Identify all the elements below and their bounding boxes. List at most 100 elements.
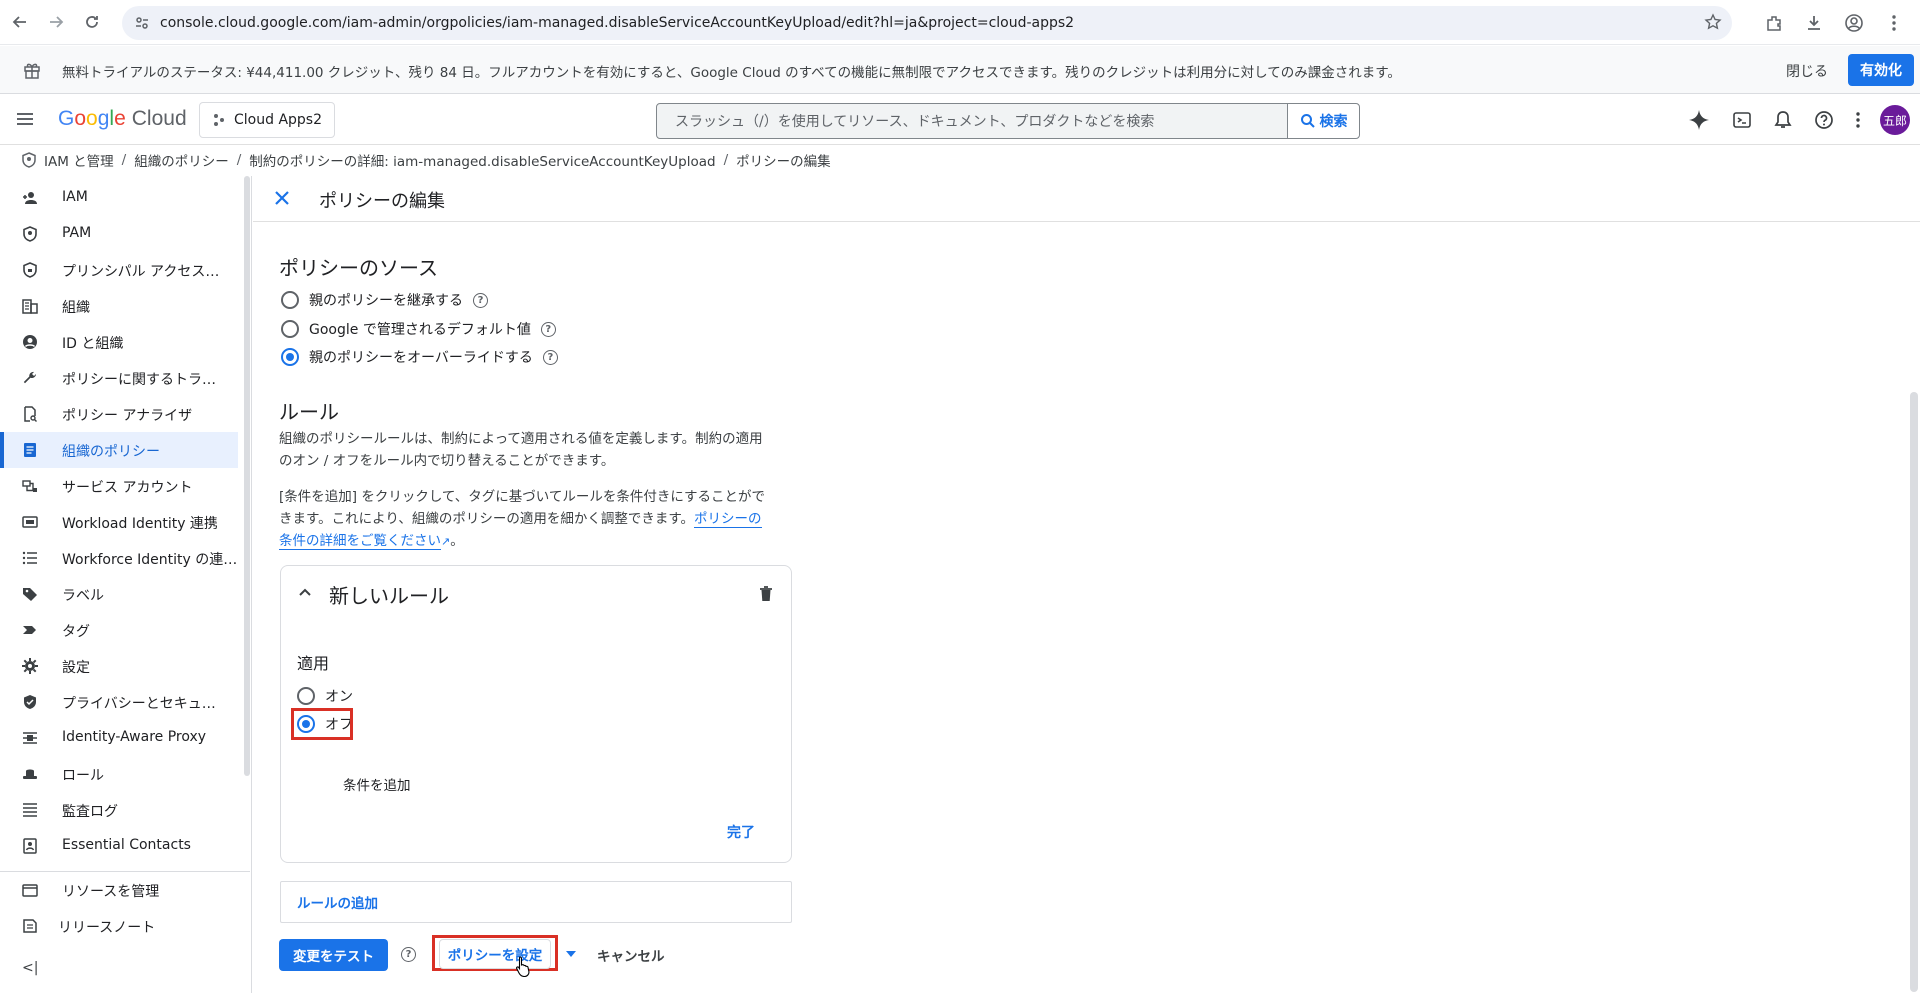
trial-status-text: 無料トライアルのステータス: ¥44,411.00 クレジット、残り 84 日。… (62, 65, 1401, 81)
project-dots-icon (212, 113, 226, 127)
dropdown-arrow-icon[interactable] (566, 951, 576, 957)
breadcrumb-constraint-details[interactable]: 制約のポリシーの詳細: iam-managed.disableServiceAc… (249, 150, 715, 170)
source-google-default-option[interactable]: Google で管理されるデフォルト値 ? (281, 319, 556, 339)
sidebar-item-policy-troubleshooter[interactable]: ポリシーに関するトラ… (0, 360, 238, 396)
radio-override[interactable] (281, 348, 299, 366)
highlight-box-off (291, 708, 353, 740)
activate-button[interactable]: 有効化 (1848, 54, 1914, 86)
wrench-icon (22, 370, 38, 386)
rules-conditions-description: [条件を追加] をクリックして、タグに基づいてルールを条件付きにすることがで き… (279, 489, 765, 550)
sidebar-item-org-policies[interactable]: 組織のポリシー (0, 432, 238, 468)
source-override-option[interactable]: 親のポリシーをオーバーライドする ? (281, 347, 558, 367)
sidebar-item-iam[interactable]: IAM (0, 180, 238, 216)
id-card-icon (22, 514, 38, 530)
forward-icon[interactable] (38, 4, 74, 40)
sidebar-item-privacy-security[interactable]: プライバシーとセキュ… (0, 684, 238, 720)
collapse-sidebar-icon[interactable]: <| (22, 960, 38, 976)
sidebar: IAM PAM プリンシパル アクセス… 組織 ID と組織 ポリシーに関するト… (0, 176, 252, 993)
sidebar-item-organization[interactable]: 組織 (0, 288, 238, 324)
help-circle-icon[interactable] (1814, 110, 1834, 130)
download-icon[interactable] (1796, 5, 1832, 41)
address-bar[interactable]: console.cloud.google.com/iam-admin/orgpo… (122, 6, 1732, 40)
add-rule-button[interactable]: ルールの追加 (280, 881, 792, 923)
sidebar-item-policy-analyzer[interactable]: ポリシー アナライザ (0, 396, 238, 432)
test-changes-button[interactable]: 変更をテスト (279, 939, 388, 971)
radio-on[interactable] (297, 687, 315, 705)
back-icon[interactable] (2, 4, 38, 40)
browser-menu-icon[interactable] (1876, 5, 1912, 41)
help-icon[interactable]: ? (540, 321, 556, 337)
menu-icon[interactable] (14, 108, 36, 130)
list-doc-icon (22, 442, 38, 458)
close-icon[interactable] (273, 189, 291, 207)
cancel-button[interactable]: キャンセル (597, 945, 665, 965)
sidebar-item-manage-resources[interactable]: リソースを管理 (0, 872, 238, 908)
radio-google-default[interactable] (281, 320, 299, 338)
help-icon[interactable]: ? (401, 947, 416, 962)
help-icon[interactable]: ? (542, 349, 558, 365)
sidebar-item-workforce-identity[interactable]: Workforce Identity の連… (0, 540, 238, 576)
policy-conditions-link[interactable]: ポリシーの (694, 511, 762, 528)
set-policy-button[interactable]: ポリシーを設定 (439, 939, 551, 969)
console-header: Google Cloud Cloud Apps2 スラッシュ（/）を使用してリソー… (0, 95, 1920, 145)
search-icon (1300, 113, 1316, 129)
help-icon[interactable]: ? (473, 292, 488, 308)
notifications-bell-icon[interactable] (1774, 110, 1792, 130)
site-info-icon[interactable] (134, 15, 150, 31)
breadcrumb-edit-policy: ポリシーの編集 (736, 154, 831, 170)
user-avatar[interactable]: 五郎 (1880, 105, 1910, 135)
person-add-icon (22, 190, 38, 206)
account-circle-icon (22, 334, 38, 350)
chevron-up-icon[interactable] (297, 584, 313, 600)
profile-icon[interactable] (1836, 5, 1872, 41)
cloud-shell-icon[interactable] (1732, 110, 1752, 130)
edit-policy-titlebar: ポリシーの編集 (253, 176, 1920, 222)
google-cloud-logo[interactable]: Google Cloud (58, 107, 187, 131)
sidebar-item-service-accounts[interactable]: サービス アカウント (0, 468, 238, 504)
reload-icon[interactable] (74, 4, 110, 40)
enforcement-label: 適用 (297, 654, 330, 673)
done-button[interactable]: 完了 (727, 822, 755, 842)
mouse-cursor-icon (515, 955, 533, 977)
sidebar-item-principal-access[interactable]: プリンシパル アクセス… (0, 252, 238, 288)
label-icon (22, 586, 38, 602)
extensions-icon[interactable] (1756, 5, 1792, 41)
sidebar-item-essential-contacts[interactable]: Essential Contacts (0, 828, 238, 864)
sidebar-item-release-notes[interactable]: リリースノート (0, 908, 238, 944)
sidebar-item-tags[interactable]: タグ (0, 612, 238, 648)
policy-source-heading: ポリシーのソース (279, 256, 438, 280)
sidebar-scrollbar[interactable] (244, 176, 250, 776)
search-input[interactable]: スラッシュ（/）を使用してリソース、ドキュメント、プロダクトなどを検索 検索 (656, 103, 1360, 139)
breadcrumb-org-policies[interactable]: 組織のポリシー (134, 150, 229, 170)
add-condition-button[interactable]: 条件を追加 (343, 774, 411, 794)
policy-conditions-link-cont[interactable]: 条件の詳細をご覧ください (279, 533, 441, 550)
sidebar-item-labels[interactable]: ラベル (0, 576, 238, 612)
enforcement-on-option[interactable]: オン (297, 686, 353, 706)
page-scrollbar[interactable] (1910, 392, 1918, 992)
gemini-sparkle-icon[interactable] (1688, 109, 1710, 131)
sidebar-item-pam[interactable]: PAM (0, 216, 238, 252)
rules-description: 組織のポリシールールは、制約によって適用される値を定義します。制約の適用 のオン… (279, 431, 763, 469)
sidebar-item-iap[interactable]: Identity-Aware Proxy (0, 720, 238, 756)
sidebar-item-settings[interactable]: 設定 (0, 648, 238, 684)
project-picker[interactable]: Cloud Apps2 (199, 102, 335, 138)
source-inherit-option[interactable]: 親のポリシーを継承する ? (281, 290, 488, 310)
delete-rule-icon[interactable] (759, 586, 773, 602)
search-button[interactable]: 検索 (1287, 104, 1359, 138)
external-link-icon: ↗ (441, 535, 451, 548)
rules-heading: ルール (279, 400, 339, 424)
shield-check-icon (22, 694, 38, 710)
banner-close-button[interactable]: 閉じる (1786, 61, 1828, 81)
shield-icon (22, 226, 38, 242)
sidebar-item-workload-identity[interactable]: Workload Identity 連携 (0, 504, 238, 540)
breadcrumb-iam[interactable]: IAM と管理 (44, 150, 114, 170)
release-notes-icon (22, 918, 38, 934)
bookmark-star-icon[interactable] (1704, 13, 1722, 31)
sidebar-item-audit-logs[interactable]: 監査ログ (0, 792, 238, 828)
sidebar-item-roles[interactable]: ロール (0, 756, 238, 792)
search-placeholder: スラッシュ（/）を使用してリソース、ドキュメント、プロダクトなどを検索 (675, 114, 1155, 130)
more-vert-icon[interactable] (1856, 112, 1860, 128)
radio-inherit[interactable] (281, 291, 299, 309)
page-title: ポリシーの編集 (319, 191, 445, 212)
sidebar-item-id-and-org[interactable]: ID と組織 (0, 324, 238, 360)
